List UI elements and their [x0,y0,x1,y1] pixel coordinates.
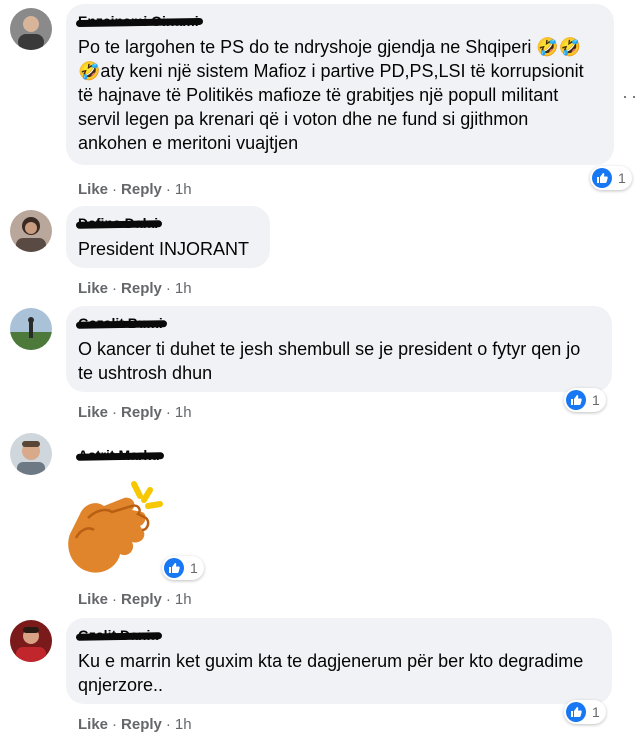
reply-link[interactable]: Reply [121,280,162,297]
like-link[interactable]: Like [78,591,108,608]
like-icon [566,702,586,722]
redaction-mark [75,220,163,229]
timestamp[interactable]: 1h [175,591,192,608]
like-link[interactable]: Like [78,280,108,297]
like-link[interactable]: Like [78,716,108,733]
reaction-count[interactable]: 1 [590,166,632,190]
avatar[interactable] [10,620,52,662]
more-options-icon[interactable]: · · [622,86,637,107]
comment-bubble: Enzeinami Oinami Po te largohen te PS do… [66,4,614,165]
comment-text: Po te largohen te PS do te ndryshoje gje… [78,37,589,153]
comment-text: President INJORANT [78,239,250,259]
reaction-number: 1 [592,704,600,720]
separator: · [112,591,118,608]
separator: · [165,716,171,733]
like-link[interactable]: Like [78,404,108,421]
timestamp[interactable]: 1h [175,716,192,733]
like-icon [592,168,612,188]
like-icon [164,558,184,578]
like-icon [566,390,586,410]
clapping-hands-icon [62,474,172,584]
timestamp[interactable]: 1h [175,280,192,297]
separator: · [165,280,171,297]
reply-link[interactable]: Reply [121,181,162,198]
reaction-count[interactable]: 1 [564,388,606,412]
comment-text: O kancer ti duhet te jesh shembull se je… [78,339,586,383]
avatar[interactable] [10,433,52,475]
comment-actions: Like · Reply · 1h [78,716,192,733]
reply-link[interactable]: Reply [121,591,162,608]
comment-author[interactable]: Gazalit Bumi [75,314,167,332]
comment-bubble: Gzalit Dania Ku e marrin ket guxim kta t… [66,618,612,704]
reply-link[interactable]: Reply [121,404,162,421]
separator: · [165,404,171,421]
reaction-number: 1 [618,170,626,186]
like-link[interactable]: Like [78,181,108,198]
comment-bubble: Gazalit Bumi O kancer ti duhet te jesh s… [66,306,612,392]
comment-actions: Like · Reply · 1h [78,181,192,198]
comment-author[interactable]: Astrit Marku [75,446,164,464]
avatar[interactable] [10,8,52,50]
redaction-mark [75,632,163,641]
comment-bubble: Dafina Dalai President INJORANT [66,206,270,268]
comment-author[interactable]: Gzalit Dania [75,626,163,644]
comment-author[interactable]: Enzeinami Oinami [75,12,203,30]
comment-actions: Like · Reply · 1h [78,280,192,297]
comment-actions: Like · Reply · 1h [78,404,192,421]
separator: · [112,181,118,198]
separator: · [165,591,171,608]
timestamp[interactable]: 1h [175,404,192,421]
comment-actions: Like · Reply · 1h [78,591,192,608]
separator: · [112,716,118,733]
timestamp[interactable]: 1h [175,181,192,198]
avatar[interactable] [10,308,52,350]
comment-text: Ku e marrin ket guxim kta te dagjenerum … [78,651,589,695]
reaction-count[interactable]: 1 [564,700,606,724]
separator: · [165,181,171,198]
comment-author[interactable]: Dafina Dalai [75,214,163,232]
reaction-count[interactable]: 1 [162,556,204,580]
separator: · [112,404,118,421]
reaction-number: 1 [592,392,600,408]
separator: · [112,280,118,297]
avatar[interactable] [10,210,52,252]
reply-link[interactable]: Reply [121,716,162,733]
reaction-number: 1 [190,560,198,576]
